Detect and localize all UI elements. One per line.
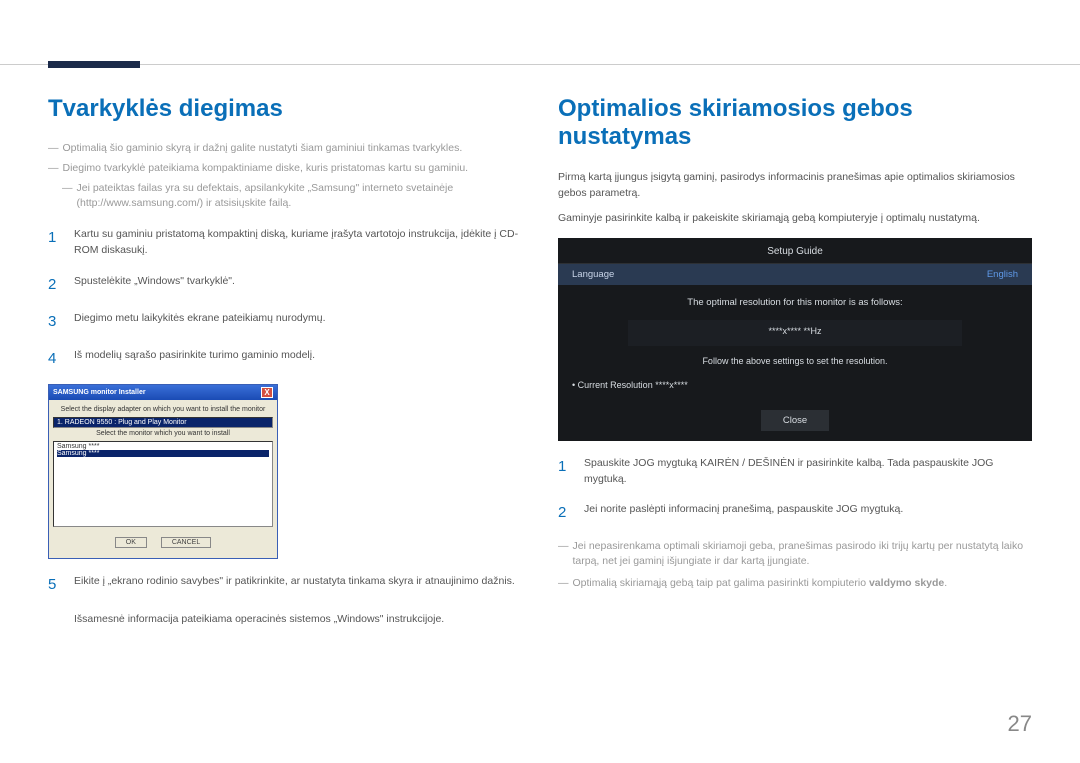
installer-buttons: OK CANCEL [53,533,273,554]
page-content: Tvarkyklės diegimas ―Optimalią šio gamin… [48,95,1032,723]
left-column: Tvarkyklės diegimas ―Optimalią šio gamin… [48,95,522,723]
osd-language-row[interactable]: Language English [558,264,1032,285]
intro-text: Gaminyje pasirinkite kalbą ir pakeiskite… [558,210,1032,226]
installer-label: Select the monitor which you want to ins… [53,428,273,441]
step: 4Iš modelių sąrašo pasirinkite turimo ga… [48,347,522,370]
osd-current: • Current Resolution ****x**** [558,376,1032,394]
note: ―Diegimo tvarkyklė pateikiama kompaktini… [48,161,522,177]
right-column: Optimalios skiriamosios gebos nustatymas… [558,95,1032,723]
note: ―Optimalią skiriamąją gebą taip pat gali… [558,576,1032,592]
installer-title: SAMSUNG monitor Installer [53,389,146,396]
osd-message: The optimal resolution for this monitor … [558,285,1032,316]
intro-text: Pirmą kartą įjungus įsigytą gaminį, pasi… [558,169,1032,202]
post-note: Išsamesnė informacija pateikiama operaci… [48,611,522,627]
adapter-dropdown[interactable]: 1. RADEON 9550 : Plug and Play Monitor [53,417,273,428]
left-heading: Tvarkyklės diegimas [48,95,522,123]
ok-button[interactable]: OK [115,537,147,548]
osd-title: Setup Guide [558,238,1032,264]
osd-panel: Setup Guide Language English The optimal… [558,238,1032,441]
note: ―Jei nepasirenkama optimali skiriamoji g… [558,539,1032,571]
right-heading: Optimalios skiriamosios gebos nustatymas [558,95,1032,151]
header-rule [0,64,1080,65]
right-steps: 1Spauskite JOG mygtuką KAIRĖN / DEŠINĖN … [558,455,1032,525]
step: 5Eikite į „ekrano rodinio savybes" ir pa… [48,573,522,596]
installer-figure: SAMSUNG monitor Installer X Select the d… [48,384,522,559]
list-item[interactable]: Samsung **** [57,443,269,450]
step: 1Kartu su gaminiu pristatomą kompaktinį … [48,226,522,259]
page-number: 27 [1008,711,1032,737]
close-button[interactable]: Close [761,410,829,431]
header-accent [48,61,140,68]
bottom-notes: ―Jei nepasirenkama optimali skiriamoji g… [558,539,1032,592]
osd-close-row: Close [558,410,1032,431]
osd-resolution: ****x**** **Hz [628,320,962,346]
cancel-button[interactable]: CANCEL [161,537,211,548]
monitor-listbox[interactable]: Samsung **** Samsung **** [53,441,273,527]
installer-titlebar: SAMSUNG monitor Installer X [49,385,277,400]
installer-label: Select the display adapter on which you … [53,404,273,417]
list-item[interactable]: Samsung **** [57,450,269,457]
osd-lang-label: Language [572,269,614,280]
osd-follow: Follow the above settings to set the res… [558,352,1032,376]
step: 3Diegimo metu laikykitės ekrane pateikia… [48,310,522,333]
installer-window: SAMSUNG monitor Installer X Select the d… [48,384,278,559]
osd-lang-value: English [987,269,1018,280]
note: ―Jei pateiktas failas yra su defektais, … [48,181,522,213]
installer-body: Select the display adapter on which you … [49,400,277,558]
note: ―Optimalią šio gaminio skyrą ir dažnį ga… [48,141,522,157]
step: 1Spauskite JOG mygtuką KAIRĖN / DEŠINĖN … [558,455,1032,488]
close-icon[interactable]: X [261,387,273,398]
left-steps: 1Kartu su gaminiu pristatomą kompaktinį … [48,226,522,370]
step: 2Jei norite paslėpti informacinį praneši… [558,501,1032,524]
step: 2Spustelėkite „Windows" tvarkyklė". [48,273,522,296]
